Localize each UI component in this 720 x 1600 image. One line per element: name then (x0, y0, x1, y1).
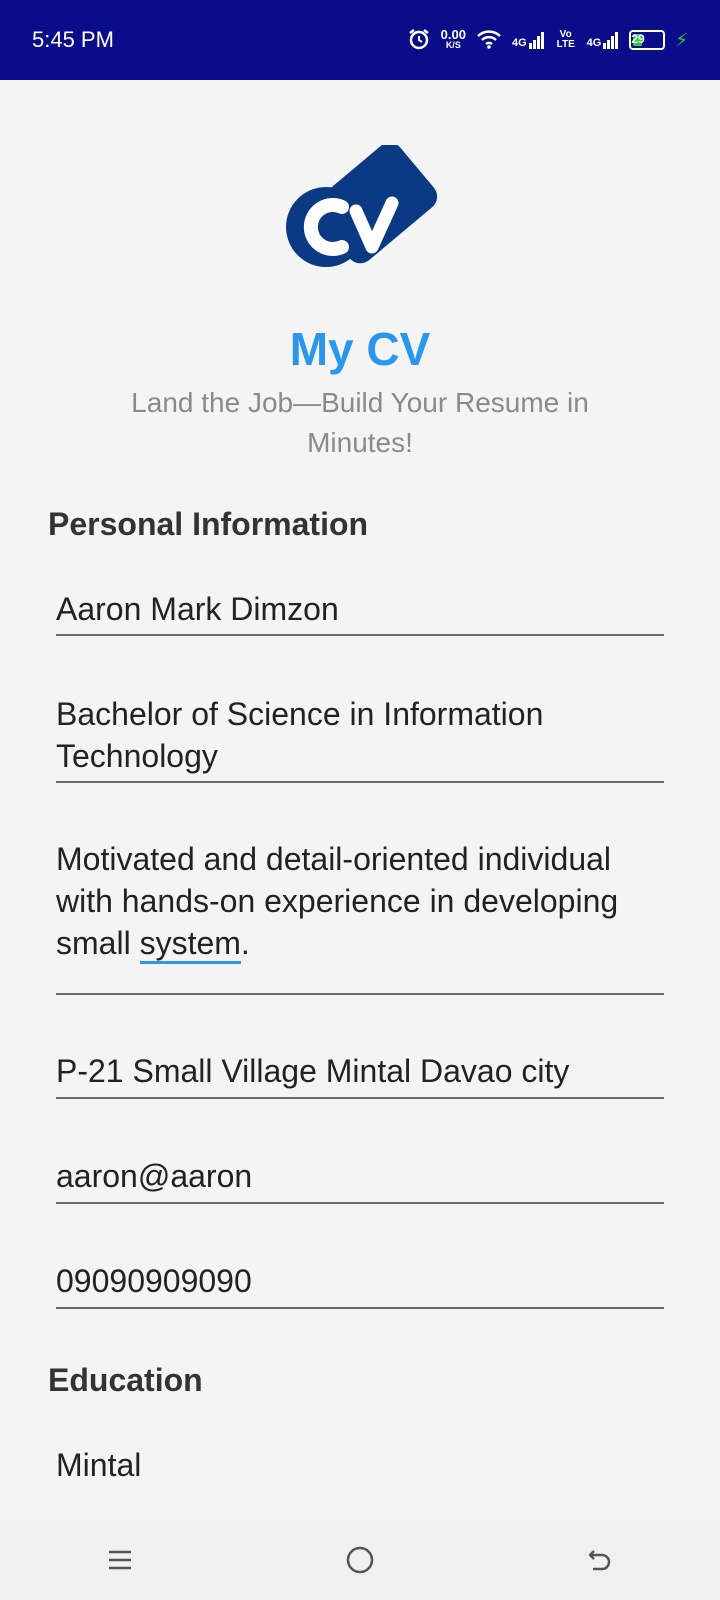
signal-icon: 4G (512, 31, 545, 49)
alarm-icon (407, 27, 431, 54)
education-heading: Education (48, 1362, 203, 1398)
volte-label: Vo LTE (556, 29, 575, 50)
spellcheck-word: system (139, 925, 241, 964)
status-time: 5:45 PM (32, 27, 114, 52)
degree-field[interactable]: Bachelor of Science in Information Techn… (56, 693, 664, 783)
wifi-icon (476, 28, 502, 53)
net-speed-value: 0.00 (440, 27, 466, 42)
email-field[interactable]: aaron@aaron (56, 1155, 664, 1204)
battery-level: 29 (631, 32, 645, 46)
address-value: P-21 Small Village Mintal Davao city (56, 1053, 570, 1089)
phone-value: 09090909090 (56, 1263, 252, 1299)
summary-field[interactable]: Motivated and detail-oriented individual… (56, 838, 664, 995)
cv-logo-icon (286, 145, 438, 267)
net-speed: 0.00 K/S (440, 27, 466, 51)
menu-icon[interactable] (90, 1530, 150, 1590)
navigation-bar (0, 1520, 720, 1600)
status-icons: 0.00 K/S 4G Vo LTE 4G 29 ⚡ (407, 27, 688, 54)
net-speed-unit: K/S (445, 40, 461, 50)
personal-info-heading: Personal Information (48, 506, 369, 542)
charging-bolt-icon: ⚡ (675, 29, 688, 50)
app-subtitle: Land the Job—Build Your Resume in Minute… (131, 387, 589, 458)
battery-icon: 29 (629, 30, 666, 50)
email-value: aaron@aaron (56, 1158, 253, 1194)
name-field[interactable]: Aaron Mark Dimzon (56, 588, 664, 636)
status-bar: 5:45 PM 0.00 K/S 4G Vo LTE 4G 29 ⚡ (0, 0, 720, 80)
address-field[interactable]: P-21 Small Village Mintal Davao city (56, 1050, 664, 1099)
back-icon[interactable] (570, 1530, 630, 1590)
degree-value: Bachelor of Science in Information Techn… (56, 696, 544, 774)
name-value: Aaron Mark Dimzon (56, 591, 339, 627)
school-value: Mintal (56, 1447, 142, 1483)
home-circle-icon[interactable] (330, 1530, 390, 1590)
signal-icon: 4G (587, 31, 620, 49)
phone-field[interactable]: 09090909090 (56, 1260, 664, 1309)
signal2-label: 4G (586, 37, 602, 49)
app-title: My CV (289, 323, 431, 375)
signal1-label: 4G (511, 37, 527, 49)
summary-end: . (240, 925, 250, 961)
logo (0, 145, 720, 285)
school-field[interactable]: Mintal (56, 1444, 664, 1520)
